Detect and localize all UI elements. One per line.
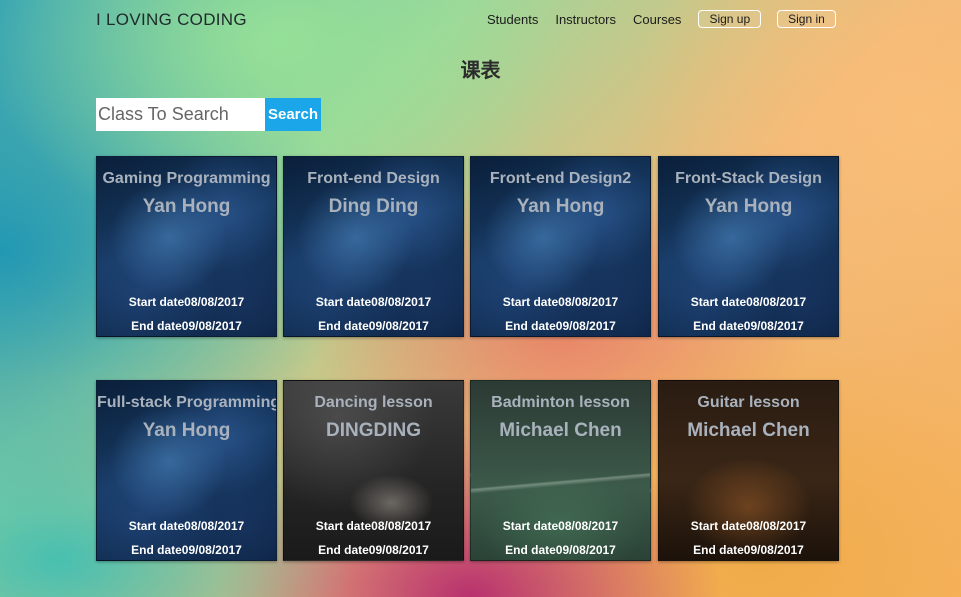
signup-button[interactable]: Sign up [698, 10, 762, 28]
course-dates: Start date08/08/2017 End date09/08/2017 [97, 514, 276, 560]
course-title: Front-end Design [307, 170, 440, 187]
nav-link-courses[interactable]: Courses [633, 12, 681, 27]
course-instructor: Michael Chen [499, 420, 622, 441]
top-nav: Students Instructors Courses Sign up Sig… [487, 10, 836, 28]
course-start-date: Start date08/08/2017 [128, 519, 245, 533]
course-title: Badminton lesson [491, 394, 630, 411]
course-start-date: Start date08/08/2017 [315, 519, 432, 533]
course-dates: Start date08/08/2017 End date09/08/2017 [284, 514, 463, 560]
course-instructor: Ding Ding [328, 196, 419, 217]
nav-link-students[interactable]: Students [487, 12, 538, 27]
course-instructor: DINGDING [326, 420, 421, 441]
course-dates: Start date08/08/2017 End date09/08/2017 [471, 514, 650, 560]
course-end-date: End date09/08/2017 [693, 543, 804, 557]
course-title: Front-Stack Design [675, 170, 822, 187]
course-end-date: End date09/08/2017 [318, 319, 429, 333]
course-title: Front-end Design2 [489, 170, 632, 187]
course-end-date: End date09/08/2017 [505, 319, 616, 333]
course-instructor: Yan Hong [516, 196, 605, 217]
course-start-date: Start date08/08/2017 [690, 295, 807, 309]
course-card[interactable]: Gaming Programming Yan Hong Start date08… [96, 156, 277, 337]
course-card[interactable]: Full-stack Programming Yan Hong Start da… [96, 380, 277, 561]
page-title: 课表 [460, 60, 501, 82]
nav-link-instructors[interactable]: Instructors [555, 12, 616, 27]
course-instructor: Yan Hong [142, 420, 231, 441]
course-title: Dancing lesson [314, 394, 433, 411]
course-start-date: Start date08/08/2017 [502, 519, 619, 533]
course-dates: Start date08/08/2017 End date09/08/2017 [471, 290, 650, 336]
course-dates: Start date08/08/2017 End date09/08/2017 [659, 290, 838, 336]
course-card[interactable]: Front-end Design2 Yan Hong Start date08/… [470, 156, 651, 337]
course-start-date: Start date08/08/2017 [128, 295, 245, 309]
course-end-date: End date09/08/2017 [505, 543, 616, 557]
course-start-date: Start date08/08/2017 [690, 519, 807, 533]
course-dates: Start date08/08/2017 End date09/08/2017 [284, 290, 463, 336]
course-start-date: Start date08/08/2017 [502, 295, 619, 309]
search-button[interactable]: Search [265, 98, 321, 131]
course-end-date: End date09/08/2017 [131, 319, 242, 333]
search-bar: Search [96, 98, 321, 131]
course-title: Gaming Programming [102, 170, 271, 187]
course-dates: Start date08/08/2017 End date09/08/2017 [97, 290, 276, 336]
signin-button[interactable]: Sign in [777, 10, 836, 28]
course-instructor: Yan Hong [142, 196, 231, 217]
course-card[interactable]: Front-end Design Ding Ding Start date08/… [283, 156, 464, 337]
course-title: Full-stack Programming [97, 394, 277, 411]
course-end-date: End date09/08/2017 [318, 543, 429, 557]
course-title: Guitar lesson [697, 394, 800, 411]
course-end-date: End date09/08/2017 [693, 319, 804, 333]
course-instructor: Michael Chen [687, 420, 810, 441]
course-start-date: Start date08/08/2017 [315, 295, 432, 309]
search-input[interactable] [96, 98, 265, 131]
course-dates: Start date08/08/2017 End date09/08/2017 [659, 514, 838, 560]
course-instructor: Yan Hong [704, 196, 793, 217]
course-card[interactable]: Front-Stack Design Yan Hong Start date08… [658, 156, 839, 337]
course-end-date: End date09/08/2017 [131, 543, 242, 557]
course-card[interactable]: Dancing lesson DINGDING Start date08/08/… [283, 380, 464, 561]
course-card[interactable]: Badminton lesson Michael Chen Start date… [470, 380, 651, 561]
brand-logo[interactable]: I LOVING CODING [96, 10, 247, 30]
course-card[interactable]: Guitar lesson Michael Chen Start date08/… [658, 380, 839, 561]
